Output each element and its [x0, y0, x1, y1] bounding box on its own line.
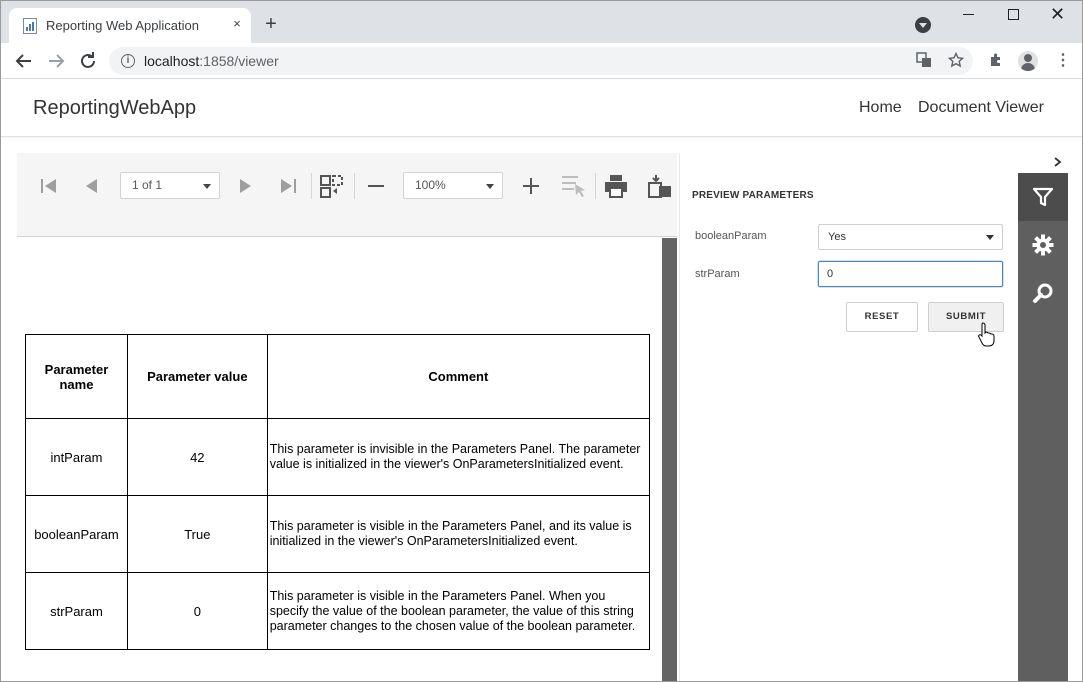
zoom-out-icon[interactable]	[363, 173, 389, 199]
url-host: localhost	[144, 53, 200, 69]
toolbar-divider	[354, 173, 355, 199]
tab-title: Reporting Web Application	[46, 18, 199, 33]
browser-tab[interactable]: Reporting Web Application ×	[9, 8, 251, 43]
cell-comment: This parameter is visible in the Paramet…	[266, 495, 651, 573]
chevron-down-icon	[986, 235, 994, 240]
cell-comment: This parameter is visible in the Paramet…	[266, 572, 651, 650]
nav-document-viewer-link[interactable]: Document Viewer	[918, 99, 1044, 117]
parameters-panel: PREVIEW PARAMETERS booleanParam Yes strP…	[679, 153, 1018, 681]
toolbar-divider	[595, 173, 596, 199]
cell-name: booleanParam	[25, 495, 128, 573]
chevron-down-icon	[203, 184, 211, 189]
tab-parameters[interactable]	[1018, 173, 1068, 221]
previous-page-icon[interactable]	[79, 173, 105, 199]
print-icon[interactable]	[603, 173, 629, 199]
info-icon[interactable]: i	[121, 54, 135, 68]
cell-value: 42	[126, 418, 268, 496]
boolean-param-value: Yes	[828, 231, 846, 243]
gear-icon	[1032, 234, 1054, 256]
reload-icon[interactable]	[76, 49, 100, 73]
last-page-icon[interactable]	[275, 173, 301, 199]
tab-strip: Reporting Web Application × + ✕	[1, 1, 1082, 43]
boolean-param-label: booleanParam	[695, 230, 767, 242]
tab-search[interactable]	[1018, 269, 1068, 317]
address-bar[interactable]: i localhost:1858/viewer	[109, 47, 973, 75]
extensions-icon[interactable]	[987, 52, 1005, 70]
maximize-icon[interactable]	[1008, 9, 1019, 20]
cell-comment: This parameter is invisible in the Param…	[266, 418, 651, 496]
nav-home-link[interactable]: Home	[859, 99, 902, 117]
tab-export-options[interactable]	[1018, 221, 1068, 269]
str-param-input[interactable]	[818, 261, 1003, 287]
document-viewer: 1 of 1 100% Parameter name Parameter val…	[17, 153, 1068, 681]
translate-icon[interactable]	[915, 52, 933, 70]
boolean-param-select[interactable]: Yes	[818, 224, 1003, 250]
preview-scrollbar[interactable]	[662, 238, 677, 681]
app-header: ReportingWebApp Home Document Viewer	[1, 80, 1082, 137]
cell-value: True	[126, 495, 268, 573]
menu-icon[interactable]: ⋮	[1055, 52, 1071, 70]
star-icon[interactable]	[947, 51, 965, 70]
browser-window: Reporting Web Application × + ✕ i localh…	[0, 0, 1083, 682]
document-preview[interactable]: Parameter name Parameter value Comment i…	[17, 238, 677, 681]
panel-heading: PREVIEW PARAMETERS	[692, 190, 814, 201]
filter-icon	[1032, 187, 1054, 207]
search-icon	[1033, 283, 1053, 303]
collapse-panel-icon[interactable]	[1054, 157, 1062, 167]
new-tab-button[interactable]: +	[261, 14, 281, 34]
reset-button[interactable]: RESET	[846, 302, 918, 332]
table-row: intParam 42 This parameter is invisible …	[25, 418, 651, 496]
table-row: strParam 0 This parameter is visible in …	[25, 572, 651, 650]
table-row: booleanParam True This parameter is visi…	[25, 495, 651, 573]
browser-toolbar: i localhost:1858/viewer ⋮	[1, 43, 1082, 79]
zoom-in-icon[interactable]	[518, 173, 544, 199]
cell-name: strParam	[25, 572, 128, 650]
tab-close-icon[interactable]: ×	[229, 16, 245, 32]
chevron-down-icon	[486, 184, 494, 189]
hand-cursor-icon	[978, 322, 995, 347]
page-selector-value: 1 of 1	[132, 178, 163, 192]
minimize-icon[interactable]	[963, 14, 974, 15]
header-comment: Comment	[266, 334, 651, 419]
tab-search-icon[interactable]	[915, 17, 931, 33]
back-icon[interactable]	[12, 49, 36, 73]
str-param-label: strParam	[695, 268, 740, 280]
url-path: :1858/viewer	[199, 53, 279, 69]
page-selector[interactable]: 1 of 1	[120, 172, 220, 199]
viewer-tab-panel	[1018, 173, 1068, 681]
first-page-icon[interactable]	[36, 173, 62, 199]
export-icon[interactable]	[647, 173, 673, 199]
forward-icon[interactable]	[44, 49, 68, 73]
next-page-icon[interactable]	[232, 173, 258, 199]
viewer-toolbar: 1 of 1 100%	[17, 153, 677, 237]
parameters-table: Parameter name Parameter value Comment i…	[25, 334, 651, 650]
header-parameter-name: Parameter name	[25, 334, 128, 419]
window-close-icon[interactable]: ✕	[1050, 4, 1065, 25]
highlight-editing-fields-icon[interactable]	[560, 173, 586, 199]
profile-icon[interactable]	[1018, 51, 1038, 71]
table-header-row: Parameter name Parameter value Comment	[25, 334, 651, 419]
app-brand[interactable]: ReportingWebApp	[33, 97, 196, 120]
toolbar-divider	[311, 173, 312, 199]
multipage-icon[interactable]	[319, 173, 345, 199]
header-parameter-value: Parameter value	[126, 334, 268, 419]
url-text[interactable]: localhost:1858/viewer	[144, 53, 279, 69]
zoom-selector[interactable]: 100%	[403, 172, 503, 199]
zoom-selector-value: 100%	[415, 178, 446, 192]
report-favicon-icon	[23, 18, 37, 34]
cell-value: 0	[126, 572, 268, 650]
cell-name: intParam	[25, 418, 128, 496]
